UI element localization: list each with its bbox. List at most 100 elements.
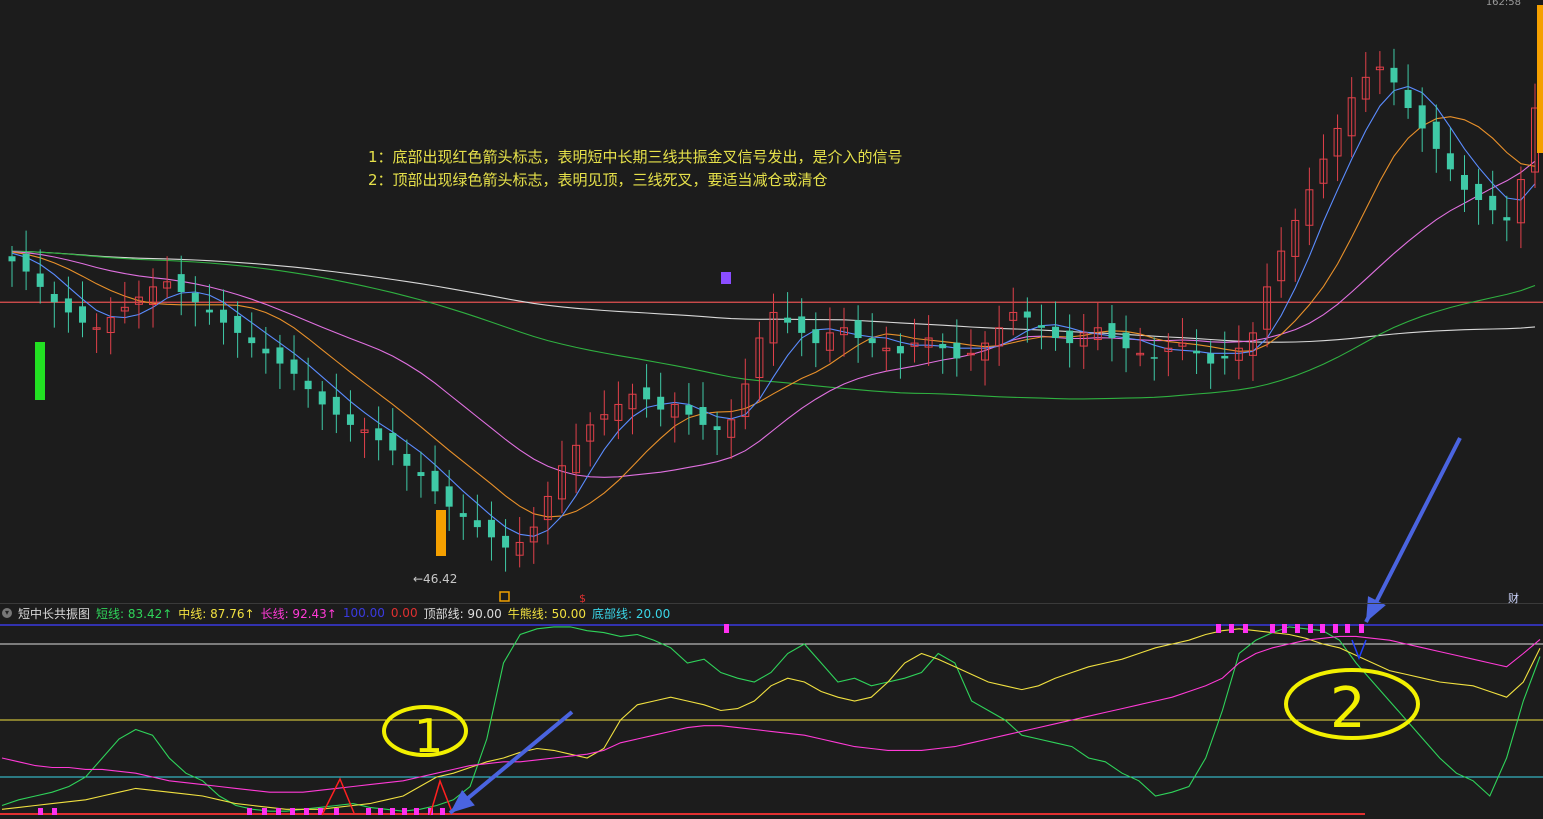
legend-long: 长线: 92.43↑: [260, 606, 337, 621]
legend-bottom-line: 底部线: 20.00: [592, 606, 671, 621]
bottom-signal-marker: [38, 808, 43, 815]
legend-zero: 0.00: [390, 606, 418, 620]
candle-body-down: [713, 426, 721, 431]
bottom-signal-marker: [262, 808, 267, 815]
top-signal-marker: [1282, 624, 1287, 633]
candle-body-down: [332, 396, 340, 415]
annotation-note-2: 2：顶部出现绿色箭头标志，表明见顶，三线死叉，要适当减仓或清仓: [368, 171, 828, 189]
candle-body-down: [318, 391, 326, 405]
collapse-icon[interactable]: ▾: [2, 608, 12, 618]
candle-body-down: [1475, 183, 1483, 201]
top-signal-marker: [1295, 624, 1300, 633]
stock-chart: $ 1 2: [0, 5, 1543, 816]
top-signal-marker: [1308, 624, 1313, 633]
bottom-signal-marker: [366, 808, 371, 815]
top-signal-marker: [724, 624, 729, 633]
low-price-label: ←46.42: [413, 572, 458, 586]
candle-body-down: [1150, 357, 1158, 359]
candle-body-down: [1122, 332, 1130, 349]
bottom-signal-marker: [304, 808, 309, 815]
time-tag: 162:58: [1485, 0, 1521, 8]
candle-body-down: [290, 359, 298, 374]
candle-body-down: [177, 274, 185, 293]
bottom-signal-marker: [414, 808, 419, 815]
candle-body-down: [685, 405, 693, 415]
bottom-signal-marker: [334, 808, 339, 815]
indicator-legend: ▾ 短中长共振图 短线: 83.42↑ 中线: 87.76↑ 长线: 92.43…: [0, 605, 670, 621]
candle-body-down: [939, 343, 947, 349]
death-cross-marker: [1351, 639, 1367, 661]
candle-body-down: [79, 306, 87, 323]
candle-body-down: [1432, 121, 1440, 149]
legend-top-line: 顶部线: 90.00: [423, 606, 502, 621]
candle-body-down: [1489, 195, 1497, 211]
legend-top100: 100.00: [342, 606, 385, 620]
candle-body-down: [276, 347, 284, 364]
candle-body-down: [205, 309, 213, 313]
candle-body-down: [22, 253, 30, 272]
signal-bar-purple: [721, 272, 731, 284]
annotation-note-1: 1：底部出现红色箭头标志，表明短中长期三线共振金叉信号发出，是介入的信号: [368, 148, 903, 166]
candle-body-down: [403, 453, 411, 466]
finance-icon[interactable]: 财: [1508, 590, 1519, 606]
candle-body-down: [1108, 323, 1116, 339]
indicator-panel: [0, 624, 1543, 816]
bottom-signal-marker: [402, 808, 407, 815]
candle-body-down: [346, 414, 354, 425]
candle-body-down: [220, 309, 228, 323]
top-signal-marker: [1333, 624, 1338, 633]
candle-body-down: [784, 317, 792, 323]
event-marker-icon: [499, 591, 510, 602]
legend-short: 短线: 83.42↑: [96, 606, 173, 621]
top-signal-marker: [1345, 624, 1350, 633]
top-signal-marker: [1359, 624, 1364, 633]
candle-body-down: [248, 337, 256, 344]
candle-body-down: [1066, 330, 1074, 344]
candle-body-down: [1446, 153, 1454, 170]
short-line: [1, 626, 1541, 812]
price-panel: $: [0, 5, 1543, 605]
candle-body-down: [64, 298, 72, 313]
candle-body-down: [854, 320, 862, 339]
circled-number-1-label: 1: [414, 709, 443, 763]
signal-arrow-icon-1: [448, 710, 574, 815]
bottom-signal-marker: [440, 808, 445, 815]
candle-body-down: [812, 329, 820, 344]
candle-body-down: [36, 273, 44, 287]
candle-body-down: [234, 315, 242, 333]
indicator-name[interactable]: 短中长共振图: [18, 605, 90, 622]
candle-body-down: [1390, 67, 1398, 83]
bottom-signal-marker: [390, 808, 395, 815]
candle-body-down: [445, 486, 453, 507]
candle-body-down: [1023, 311, 1031, 318]
signal-arrow-icon-2: [1364, 437, 1462, 623]
candle-body-down: [1052, 326, 1060, 339]
bottom-signal-marker: [276, 808, 281, 815]
circled-number-2-label: 2: [1330, 676, 1366, 741]
candle-body-down: [487, 519, 495, 538]
arrow-shaft: [1364, 437, 1462, 623]
candle-body-down: [191, 292, 199, 303]
candle-body-down: [798, 316, 806, 333]
candle-body-down: [459, 513, 467, 517]
top-signal-marker: [1243, 624, 1248, 633]
legend-bull-bear: 牛熊线: 50.00: [507, 606, 587, 621]
bottom-signal-marker: [247, 808, 252, 815]
legend-mid: 中线: 87.76↑: [178, 606, 255, 621]
bottom-signal-marker: [290, 808, 295, 815]
long-line: [1, 635, 1541, 793]
candle-body-down: [375, 428, 383, 441]
candle-body-down: [8, 256, 16, 262]
candle-body-down: [1418, 105, 1426, 129]
signal-bar-orange: [436, 510, 446, 556]
signal-bar-orange-right: [1537, 5, 1543, 153]
candle-body-down: [643, 387, 651, 400]
top-signal-marker: [1320, 624, 1325, 633]
candle-body-down: [896, 346, 904, 354]
candle-body-down: [1037, 325, 1045, 328]
candle-body-down: [389, 433, 397, 451]
candle-body-down: [1503, 217, 1511, 221]
mid-line: [1, 628, 1541, 810]
candle-body-down: [1193, 350, 1201, 354]
candle-body-down: [868, 338, 876, 344]
